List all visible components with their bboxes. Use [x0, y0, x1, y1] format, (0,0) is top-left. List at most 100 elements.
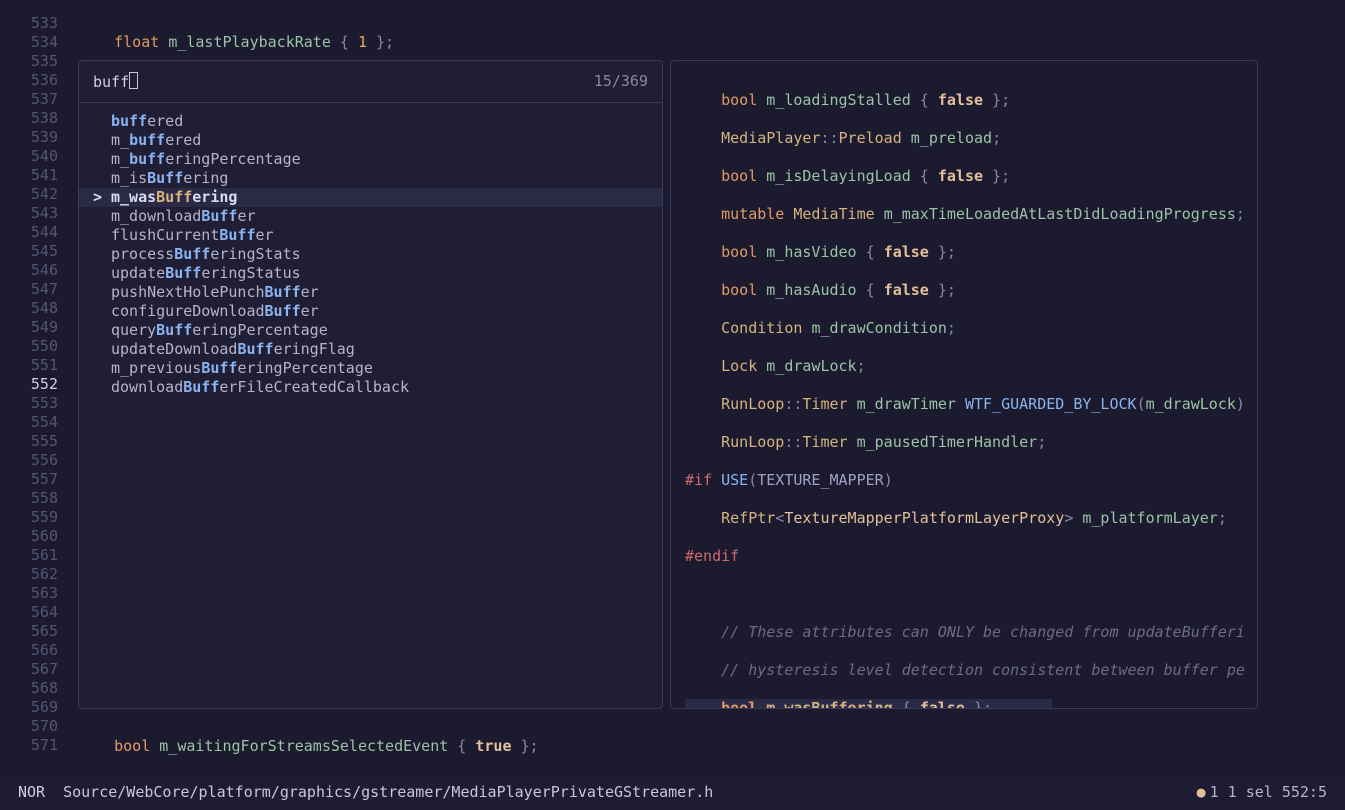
keyword: float: [114, 33, 159, 51]
number: 1: [358, 33, 367, 51]
line-number: 550: [0, 337, 70, 356]
picker-item[interactable]: m_previousBufferingPercentage: [79, 359, 662, 378]
p: ): [1236, 395, 1245, 413]
picker-item[interactable]: updateDownloadBufferingFlag: [79, 340, 662, 359]
p: ::: [820, 129, 838, 147]
p: };: [511, 737, 538, 755]
v: false: [920, 699, 965, 709]
kw: bool: [721, 167, 757, 185]
punct: };: [367, 33, 394, 51]
line-number: 559: [0, 508, 70, 527]
line-number: 555: [0, 432, 70, 451]
id: m_hasAudio: [766, 281, 856, 299]
ty: RefPtr: [721, 509, 775, 527]
picker-item[interactable]: pushNextHolePunchBuffer: [79, 283, 662, 302]
v: false: [884, 281, 929, 299]
line-number: 540: [0, 147, 70, 166]
id: m_isDelayingLoad: [766, 167, 911, 185]
picker-item[interactable]: downloadBufferFileCreatedCallback: [79, 378, 662, 397]
line-number: 551: [0, 356, 70, 375]
picker-item[interactable]: m_wasBuffering: [79, 188, 662, 207]
picker-item[interactable]: configureDownloadBuffer: [79, 302, 662, 321]
p: ;: [947, 319, 956, 337]
kw: bool: [721, 91, 757, 109]
line-number: 538: [0, 109, 70, 128]
macro: WTF_GUARDED_BY_LOCK: [965, 395, 1137, 413]
picker-item[interactable]: processBufferingStats: [79, 245, 662, 264]
p: ): [884, 471, 893, 489]
line-number: 543: [0, 204, 70, 223]
picker-query-input[interactable]: buff: [93, 72, 138, 92]
picker-item[interactable]: m_bufferingPercentage: [79, 150, 662, 169]
p: ;: [1037, 433, 1046, 451]
picker-item[interactable]: m_downloadBuffer: [79, 207, 662, 226]
symbol-picker-popup[interactable]: buff 15/369 bufferedm_bufferedm_bufferin…: [78, 60, 663, 709]
ty: MediaTime: [793, 205, 874, 223]
picker-item[interactable]: flushCurrentBuffer: [79, 226, 662, 245]
p: };: [983, 167, 1010, 185]
p: {: [911, 167, 938, 185]
editor-root: 5335345355365375385395405415425435445455…: [0, 0, 1345, 810]
id: m_pausedTimerHandler: [857, 433, 1038, 451]
line-number: 545: [0, 242, 70, 261]
line-number: 556: [0, 451, 70, 470]
picker-item[interactable]: updateBufferingStatus: [79, 264, 662, 283]
kw: bool: [114, 737, 150, 755]
kw: mutable: [721, 205, 784, 223]
line-number: 542: [0, 185, 70, 204]
p: };: [983, 91, 1010, 109]
line-number: 566: [0, 641, 70, 660]
line-number: 554: [0, 413, 70, 432]
line-number: 563: [0, 584, 70, 603]
line-number: 537: [0, 90, 70, 109]
file-path: Source/WebCore/platform/graphics/gstream…: [63, 783, 713, 802]
line-number: 535: [0, 52, 70, 71]
p: };: [965, 699, 992, 709]
comment: // hysteresis level detection consistent…: [721, 661, 1245, 679]
p: {: [893, 699, 920, 709]
statusline: NOR Source/WebCore/platform/graphics/gst…: [0, 775, 1345, 810]
preproc: #if: [685, 471, 712, 489]
id: m_drawLock: [766, 357, 856, 375]
ty: Condition: [721, 319, 802, 337]
id: m_wasBuffering: [766, 699, 892, 709]
line-number: 546: [0, 261, 70, 280]
ty: Timer: [802, 395, 847, 413]
ty: Preload: [839, 129, 902, 147]
val: false: [938, 91, 983, 109]
ty: TextureMapperPlatformLayerProxy: [784, 509, 1064, 527]
preview-pane: bool m_loadingStalled { false }; MediaPl…: [670, 60, 1258, 709]
kw: bool: [721, 699, 757, 709]
macro: USE: [721, 471, 748, 489]
line-number: 562: [0, 565, 70, 584]
line-number: 539: [0, 128, 70, 147]
ty: Timer: [802, 433, 847, 451]
p: ;: [992, 129, 1001, 147]
p: };: [929, 281, 956, 299]
picker-item[interactable]: m_buffered: [79, 131, 662, 150]
preview-highlighted-line: bool m_wasBuffering { false };: [685, 699, 1052, 709]
id: m_preload: [911, 129, 992, 147]
p: <: [775, 509, 784, 527]
id: TEXTURE_MAPPER: [757, 471, 883, 489]
picker-item[interactable]: buffered: [79, 112, 662, 131]
line-number: 534: [0, 33, 70, 52]
id: m_waitingForStreamsSelectedEvent: [159, 737, 448, 755]
p: {: [857, 243, 884, 261]
picker-header: buff 15/369: [79, 61, 662, 103]
p: ;: [1236, 205, 1245, 223]
p: {: [911, 91, 938, 109]
p: (: [748, 471, 757, 489]
picker-item[interactable]: queryBufferingPercentage: [79, 321, 662, 340]
picker-item[interactable]: m_isBuffering: [79, 169, 662, 188]
kw: bool: [721, 243, 757, 261]
preproc: #endif: [685, 547, 739, 565]
p: ::: [784, 395, 802, 413]
line-number: 571: [0, 736, 70, 755]
v: false: [938, 167, 983, 185]
p: >: [1064, 509, 1082, 527]
line-number: 569: [0, 698, 70, 717]
p: {: [448, 737, 475, 755]
id: m_loadingStalled: [766, 91, 911, 109]
line-number: 558: [0, 489, 70, 508]
